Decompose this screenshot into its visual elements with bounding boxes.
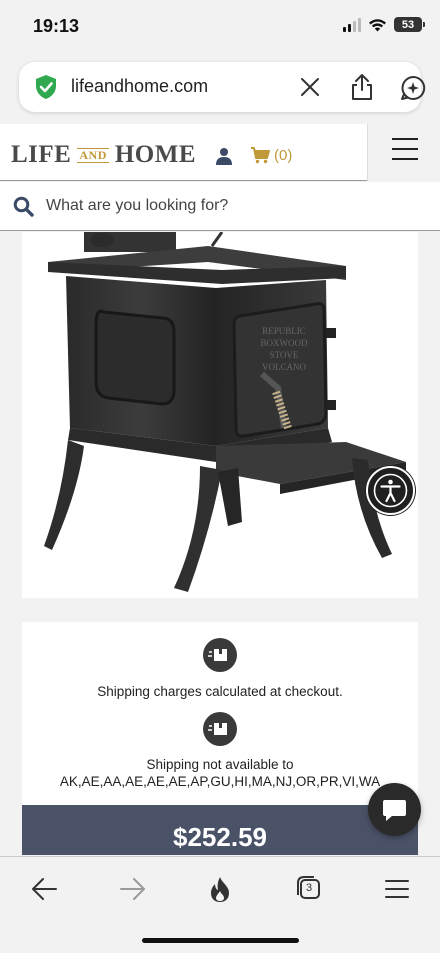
battery-icon: 53 <box>394 17 425 32</box>
cart-link[interactable]: (0) <box>250 147 292 164</box>
chat-button[interactable] <box>368 783 421 836</box>
menu-button[interactable] <box>367 124 440 181</box>
forward-icon[interactable] <box>117 875 147 903</box>
logo-text-home: HOME <box>114 141 197 168</box>
flame-icon[interactable] <box>205 875 235 903</box>
shipping-box-icon <box>203 638 237 672</box>
url-text[interactable]: lifeandhome.com <box>71 76 208 97</box>
home-indicator <box>142 938 299 943</box>
price-bar[interactable]: $252.59 <box>22 805 418 855</box>
product-image[interactable]: REPUBLIC BOXWOOD STOVE VOLCANO <box>22 232 418 598</box>
tabs-button[interactable]: 3 <box>294 875 324 903</box>
cart-icon <box>251 147 270 164</box>
share-icon[interactable] <box>349 73 375 101</box>
address-bar[interactable]: lifeandhome.com <box>19 62 426 112</box>
signal-icon <box>343 17 361 32</box>
chat-icon <box>383 800 406 821</box>
assistant-icon[interactable] <box>400 75 426 101</box>
site-logo[interactable]: LIFE AND HOME <box>11 141 196 169</box>
logo-text-and: AND <box>77 147 109 163</box>
svg-text:BOXWOOD: BOXWOOD <box>261 338 308 348</box>
product-price: $252.59 <box>173 822 267 852</box>
back-icon[interactable] <box>30 875 60 903</box>
shipping-info-card: Shipping charges calculated at checkout.… <box>22 622 418 806</box>
svg-text:REPUBLIC: REPUBLIC <box>262 326 306 336</box>
shipping-box-icon <box>203 712 237 746</box>
cart-count: (0) <box>274 147 293 164</box>
status-icons: 53 <box>343 17 425 32</box>
shipping-charges-note: Shipping charges calculated at checkout. <box>97 684 343 699</box>
shield-check-icon <box>36 75 56 99</box>
close-icon[interactable] <box>298 75 322 99</box>
accessibility-icon <box>373 473 408 508</box>
wifi-icon <box>369 18 386 31</box>
search-input[interactable] <box>46 192 426 220</box>
shipping-unavailable-states: AK,AE,AA,AE,AE,AE,AP,GU,HI,MA,NJ,OR,PR,V… <box>59 774 381 789</box>
logo-text-life: LIFE <box>11 141 72 168</box>
wood-stove-image: REPUBLIC BOXWOOD STOVE VOLCANO <box>44 232 406 592</box>
search-bar <box>0 182 440 231</box>
shipping-unavailable-label: Shipping not available to <box>146 757 294 772</box>
status-time: 19:13 <box>33 16 80 36</box>
user-icon[interactable] <box>215 147 233 165</box>
svg-text:VOLCANO: VOLCANO <box>262 362 306 372</box>
svg-text:STOVE: STOVE <box>270 350 299 360</box>
search-icon[interactable] <box>13 196 34 217</box>
accessibility-button[interactable] <box>366 466 415 515</box>
menu-icon[interactable] <box>382 875 412 903</box>
status-bar: 19:13 53 <box>0 0 440 56</box>
tab-count: 3 <box>306 882 313 894</box>
hamburger-icon <box>392 138 418 160</box>
